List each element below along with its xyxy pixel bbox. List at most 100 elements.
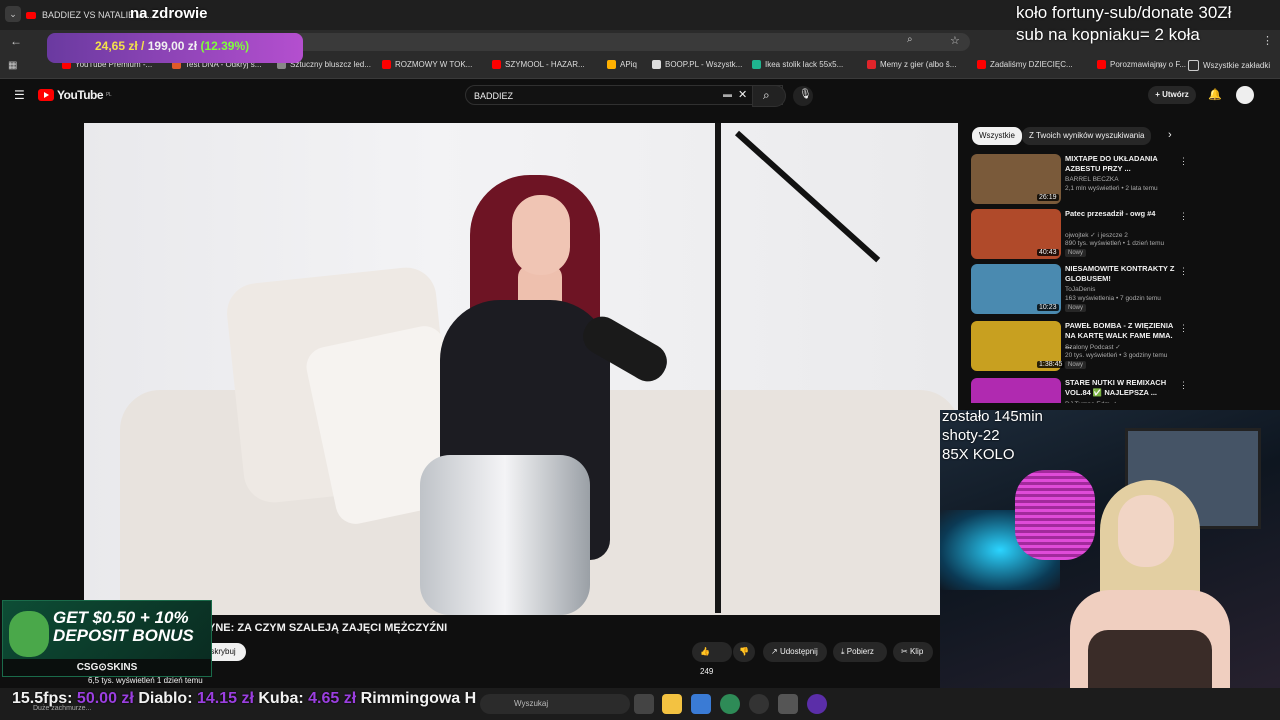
more-options-icon[interactable]: ⋮ bbox=[1179, 211, 1188, 222]
donation-percent: (12.39%) bbox=[200, 39, 250, 53]
bookmark-star-icon[interactable]: ☆ bbox=[950, 34, 960, 47]
download-button[interactable]: ⤓ Pobierz bbox=[833, 642, 887, 662]
taskbar-search-input[interactable]: Wyszukaj bbox=[480, 694, 630, 714]
video-player[interactable] bbox=[84, 123, 958, 615]
bookmark-item[interactable]: APiq bbox=[607, 60, 637, 69]
notifications-bell-icon[interactable]: 🔔 bbox=[1208, 88, 1222, 101]
back-icon[interactable]: ← bbox=[10, 34, 22, 48]
bookmark-item[interactable]: BOOP.PL - Wszystk... bbox=[652, 60, 742, 69]
bookmark-label: Zadaliśmy DZIECIĘC... bbox=[990, 60, 1073, 69]
file-explorer-icon[interactable] bbox=[662, 694, 682, 714]
recommendation-item[interactable]: 10:23 NIESAMOWITE KONTRAKTY Z GLOBUSEM! To… bbox=[971, 264, 1271, 314]
search-input[interactable]: BADDIEZ bbox=[465, 85, 783, 105]
bookmarks-overflow-icon[interactable]: » bbox=[1158, 60, 1163, 70]
bookmark-label: BOOP.PL - Wszystk... bbox=[665, 60, 743, 69]
bookmark-label: APiq bbox=[620, 60, 637, 69]
settings-gear-icon[interactable] bbox=[778, 694, 798, 714]
all-bookmarks[interactable]: Wszystkie zakładki bbox=[1188, 60, 1270, 71]
more-options-icon[interactable]: ⋮ bbox=[1179, 380, 1188, 391]
recommendation-duration: 10:23 bbox=[1037, 304, 1059, 311]
overlay-rule-line: sub na kopniaku= 2 koła bbox=[1016, 25, 1200, 44]
zoom-icon[interactable]: ⌕ bbox=[907, 34, 913, 45]
tab-list-button[interactable]: ⌄ bbox=[5, 6, 21, 22]
dislike-button[interactable]: 👎 bbox=[733, 642, 755, 662]
bookmark-label: Ikea stolik lack 55x5... bbox=[765, 60, 844, 69]
recommendation-channel[interactable]: BARREL BECZKA bbox=[1065, 176, 1119, 183]
bookmark-item[interactable]: SZYMOOL - HAZAR... bbox=[492, 60, 585, 69]
recommendation-channel[interactable]: Szalony Podcast ✓ bbox=[1065, 343, 1121, 351]
clear-search-icon[interactable]: ✕ bbox=[738, 88, 747, 101]
recommendation-item[interactable]: STARE NUTKI W REMIXACH VOL.84 ✅ NAJLEPSZ… bbox=[971, 378, 1271, 403]
clip-button[interactable]: ✂ Klip bbox=[893, 642, 933, 662]
browser-menu-icon[interactable]: ⋮ bbox=[1262, 34, 1273, 47]
create-button[interactable]: + Utwórz bbox=[1148, 86, 1196, 104]
youtube-play-icon bbox=[38, 89, 54, 101]
avatar[interactable] bbox=[1236, 86, 1254, 104]
donation-current: 24,65 zł bbox=[95, 39, 138, 53]
chip-from-search[interactable]: Z Twoich wyników wyszukiwania bbox=[1022, 127, 1152, 145]
recommendation-channel[interactable]: DJ Tumne Edm ✓ bbox=[1065, 400, 1117, 403]
search-icon: ⌕ bbox=[763, 88, 770, 102]
thumbs-down-icon: 👎 bbox=[739, 647, 749, 656]
share-label: Udostępnij bbox=[779, 647, 818, 656]
recommendation-title[interactable]: NIESAMOWITE KONTRAKTY Z GLOBUSEM! bbox=[1065, 264, 1175, 284]
bookmark-item[interactable]: Zadaliśmy DZIECIĘC... bbox=[977, 60, 1073, 69]
donation-goal-bar: 24,65 zł / 199,00 zł (12.39%) bbox=[47, 33, 303, 63]
more-options-icon[interactable]: ⋮ bbox=[1179, 323, 1188, 334]
bookmark-label: SZYMOOL - HAZAR... bbox=[505, 60, 585, 69]
search-button[interactable]: ⌕ bbox=[752, 85, 786, 107]
bookmark-item[interactable]: Memy z gier (albo š... bbox=[867, 60, 956, 69]
recommendation-item[interactable]: 26:19 MIXTAPE DO UKŁADANIA AZBESTU PRZY .… bbox=[971, 154, 1271, 204]
bookmark-label: ROZMOWY W TOK... bbox=[395, 60, 473, 69]
apps-grid-icon[interactable]: ▦ bbox=[8, 60, 17, 71]
recommendation-meta: 2,1 mln wyświetleń • 2 lata temu bbox=[1065, 185, 1158, 192]
bookmark-favicon-icon bbox=[867, 60, 876, 69]
microphone-icon: 🎙 bbox=[799, 89, 812, 100]
video-mic-stand bbox=[715, 123, 721, 613]
recommendation-item[interactable]: 40:43 Patec przesadził - owg #4 ojwojtek ✓… bbox=[971, 209, 1271, 259]
bookmark-item[interactable]: ROZMOWY W TOK... bbox=[382, 60, 472, 69]
recommendation-new-badge: Nowy bbox=[1065, 361, 1087, 369]
overlay-stat-line: shoty-22 bbox=[942, 427, 1000, 444]
app-icon[interactable] bbox=[807, 694, 827, 714]
recommendation-thumbnail[interactable] bbox=[971, 378, 1061, 403]
youtube-logo-text: YouTube bbox=[57, 88, 104, 102]
voice-search-button[interactable]: 🎙 bbox=[793, 86, 813, 106]
recording-icon[interactable] bbox=[749, 694, 769, 714]
clip-label: Klip bbox=[909, 647, 924, 656]
recommendation-title[interactable]: Patec przesadził - owg #4 bbox=[1065, 209, 1175, 219]
recommendation-title[interactable]: MIXTAPE DO UKŁADANIA AZBESTU PRZY ... bbox=[1065, 154, 1175, 174]
recommendation-meta: 163 wyświetlenia • 7 godzin temu bbox=[1065, 295, 1161, 302]
recommendation-title[interactable]: STARE NUTKI W REMIXACH VOL.84 ✅ NAJLEPSZ… bbox=[1065, 378, 1175, 398]
recommendation-channel[interactable]: ojwojtek ✓ i jeszcze 2 bbox=[1065, 231, 1128, 239]
hamburger-menu-icon[interactable]: ☰ bbox=[14, 88, 25, 102]
ticker-donor-amount: 50.00 zł bbox=[76, 690, 134, 707]
chip-all[interactable]: Wszystkie bbox=[972, 127, 1022, 145]
bookmark-item[interactable]: Porozmawiajmy o F... bbox=[1097, 60, 1186, 69]
recommendation-item[interactable]: 1:38:45 PAWEŁ BOMBA - Z WIĘZIENIA NA KART… bbox=[971, 321, 1271, 371]
bookmark-favicon-icon bbox=[1097, 60, 1106, 69]
bookmark-label: Sztuczny bluszcz led... bbox=[290, 60, 371, 69]
keyboard-icon[interactable]: ▬ bbox=[723, 89, 732, 99]
more-options-icon[interactable]: ⋮ bbox=[1179, 266, 1188, 277]
bookmark-favicon-icon bbox=[382, 60, 391, 69]
overlay-stat-line: zostało 145min bbox=[942, 408, 1043, 425]
more-options-icon[interactable]: ⋮ bbox=[1179, 156, 1188, 167]
chrome-icon[interactable] bbox=[720, 694, 740, 714]
ticker-donor-name: Rimmingowa H bbox=[360, 690, 477, 707]
store-icon[interactable] bbox=[691, 694, 711, 714]
share-button[interactable]: ↗ Udostępnij bbox=[763, 642, 827, 662]
video-views: 6,5 tys. wyświetleń 1 dzień temu bbox=[88, 676, 203, 685]
youtube-logo[interactable]: YouTube PL bbox=[38, 88, 112, 102]
task-view-icon[interactable] bbox=[634, 694, 654, 714]
all-bookmarks-label: Wszystkie zakładki bbox=[1203, 61, 1271, 70]
donation-slash: / bbox=[141, 39, 145, 53]
recommendation-channel[interactable]: ToJaDenis bbox=[1065, 286, 1095, 293]
chevron-right-icon[interactable]: › bbox=[1168, 129, 1172, 141]
overlay-stats: zostało 145min shoty-22 85X KOLO bbox=[942, 407, 1043, 464]
overlay-stat-line: 85X KOLO bbox=[942, 446, 1015, 463]
like-button[interactable]: 👍 249 bbox=[692, 642, 732, 676]
bookmark-item[interactable]: Ikea stolik lack 55x5... bbox=[752, 60, 843, 69]
video-subject-boots bbox=[420, 455, 590, 615]
recommendation-duration: 40:43 bbox=[1037, 249, 1059, 256]
